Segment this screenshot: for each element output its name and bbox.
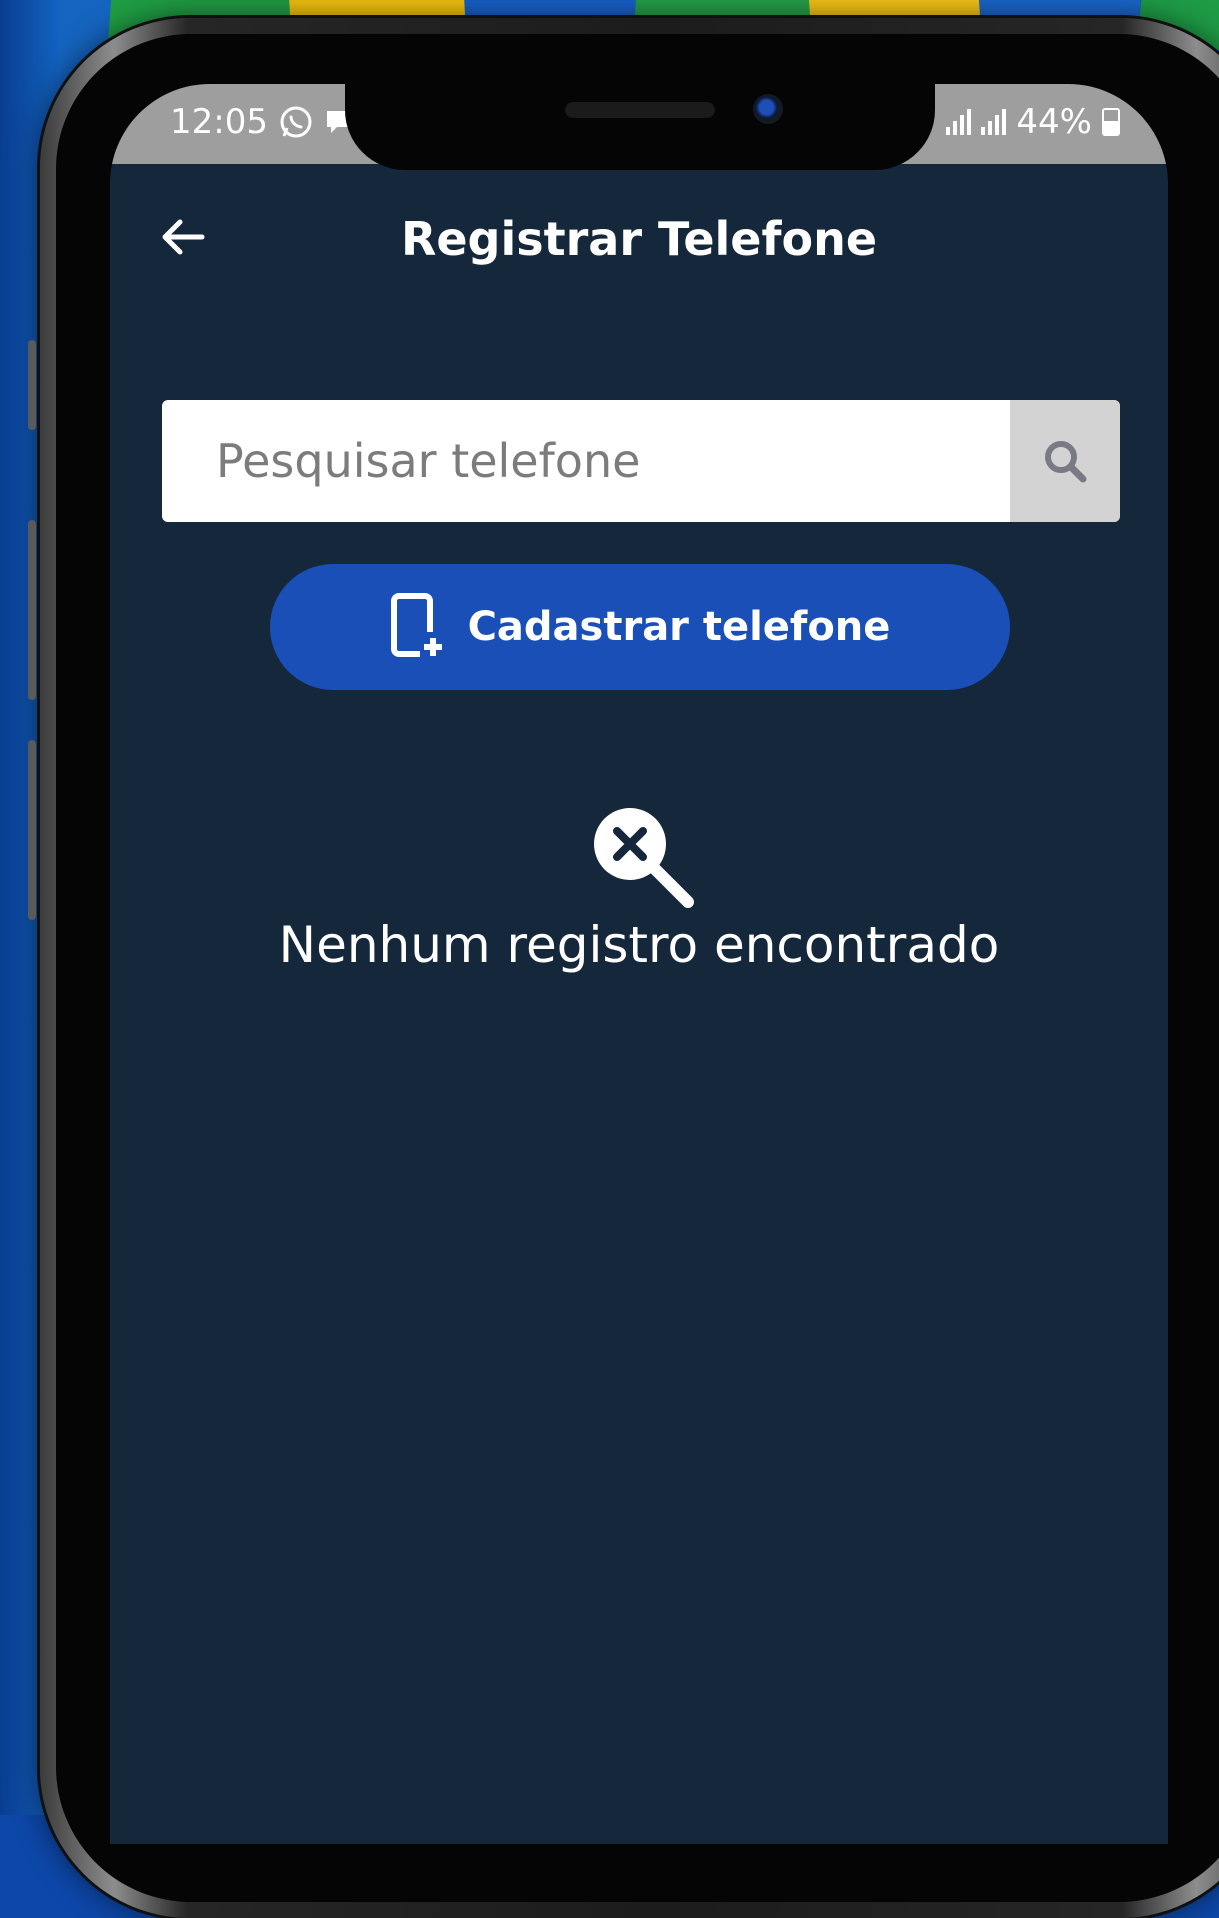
phone-volume-up bbox=[28, 520, 36, 700]
battery-percent: 44% bbox=[1016, 102, 1092, 142]
notch-speaker bbox=[565, 102, 715, 118]
phone-add-icon bbox=[390, 593, 446, 662]
signal-icon bbox=[981, 109, 1007, 135]
status-time: 12:05 bbox=[170, 102, 268, 142]
search-icon bbox=[1045, 441, 1087, 483]
signal-icon bbox=[946, 109, 972, 135]
empty-state-message: Nenhum registro encontrado bbox=[278, 916, 1000, 974]
app-header: Registrar Telefone bbox=[110, 164, 1168, 324]
page-title: Registrar Telefone bbox=[400, 212, 878, 266]
decorative-paint-splash bbox=[1036, 1836, 1154, 1844]
phone-screen: 12:05 44% Registrar Telefone Pesquisar t… bbox=[110, 84, 1168, 1844]
status-left: 12:05 bbox=[170, 102, 354, 142]
front-camera bbox=[753, 94, 783, 124]
phone-notch bbox=[345, 60, 935, 170]
phone-volume-down bbox=[28, 740, 36, 920]
phone-side-button bbox=[28, 340, 36, 430]
search-bar bbox=[162, 400, 1120, 522]
search-input[interactable] bbox=[162, 400, 1010, 522]
status-right: 44% bbox=[946, 102, 1120, 142]
search-button[interactable] bbox=[1010, 400, 1120, 522]
battery-icon bbox=[1102, 108, 1120, 136]
search-off-icon bbox=[594, 808, 694, 908]
whatsapp-icon bbox=[280, 106, 312, 138]
register-button-label: Cadastrar telefone bbox=[467, 604, 891, 650]
register-phone-button[interactable]: Cadastrar telefone bbox=[270, 564, 1010, 690]
